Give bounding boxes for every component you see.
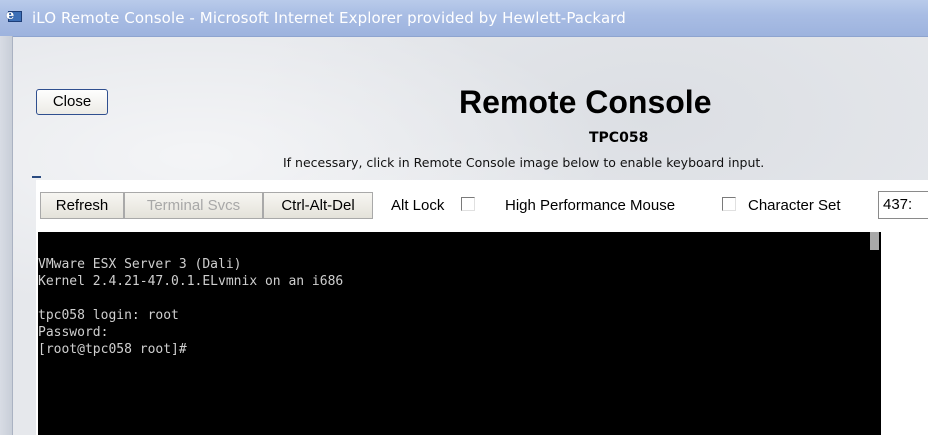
console-cursor	[870, 232, 879, 250]
remote-console-screen[interactable]: VMware ESX Server 3 (Dali) Kernel 2.4.21-…	[38, 232, 881, 435]
character-set-label: Character Set	[748, 197, 841, 214]
high-performance-mouse-checkbox[interactable]	[722, 197, 736, 211]
alt-lock-label: Alt Lock	[391, 197, 445, 214]
console-output: VMware ESX Server 3 (Dali) Kernel 2.4.21-…	[38, 256, 343, 358]
ctrl-alt-del-button[interactable]: Ctrl-Alt-Del	[263, 192, 373, 219]
terminal-svcs-button: Terminal Svcs	[124, 192, 263, 219]
console-line: [root@tpc058 root]#	[38, 342, 187, 357]
console-toolbar: Refresh Terminal Svcs Ctrl-Alt-Del Alt L…	[36, 180, 928, 230]
focus-marker	[32, 176, 41, 178]
browser-window: e iLO Remote Console - Microsoft Interne…	[0, 0, 928, 435]
alt-lock-checkbox[interactable]	[461, 197, 475, 211]
console-line: Password:	[38, 325, 109, 340]
window-title: iLO Remote Console - Microsoft Internet …	[32, 9, 626, 27]
close-button[interactable]: Close	[36, 89, 108, 115]
console-line: VMware ESX Server 3 (Dali)	[38, 257, 242, 272]
console-line: Kernel 2.4.21-47.0.1.ELvmnix on an i686	[38, 274, 344, 289]
title-bar[interactable]: e iLO Remote Console - Microsoft Interne…	[0, 0, 928, 37]
window-left-frame	[0, 36, 13, 435]
console-line: tpc058 login: root	[38, 308, 179, 323]
keyboard-hint-text: If necessary, click in Remote Console im…	[283, 155, 765, 170]
refresh-button[interactable]: Refresh	[40, 192, 124, 219]
page-title: Remote Console	[459, 84, 712, 120]
server-name: TPC058	[589, 130, 649, 146]
ie-icon: e	[6, 8, 24, 27]
high-performance-mouse-label: High Performance Mouse	[505, 197, 676, 214]
character-set-select[interactable]: 437:	[878, 191, 928, 219]
